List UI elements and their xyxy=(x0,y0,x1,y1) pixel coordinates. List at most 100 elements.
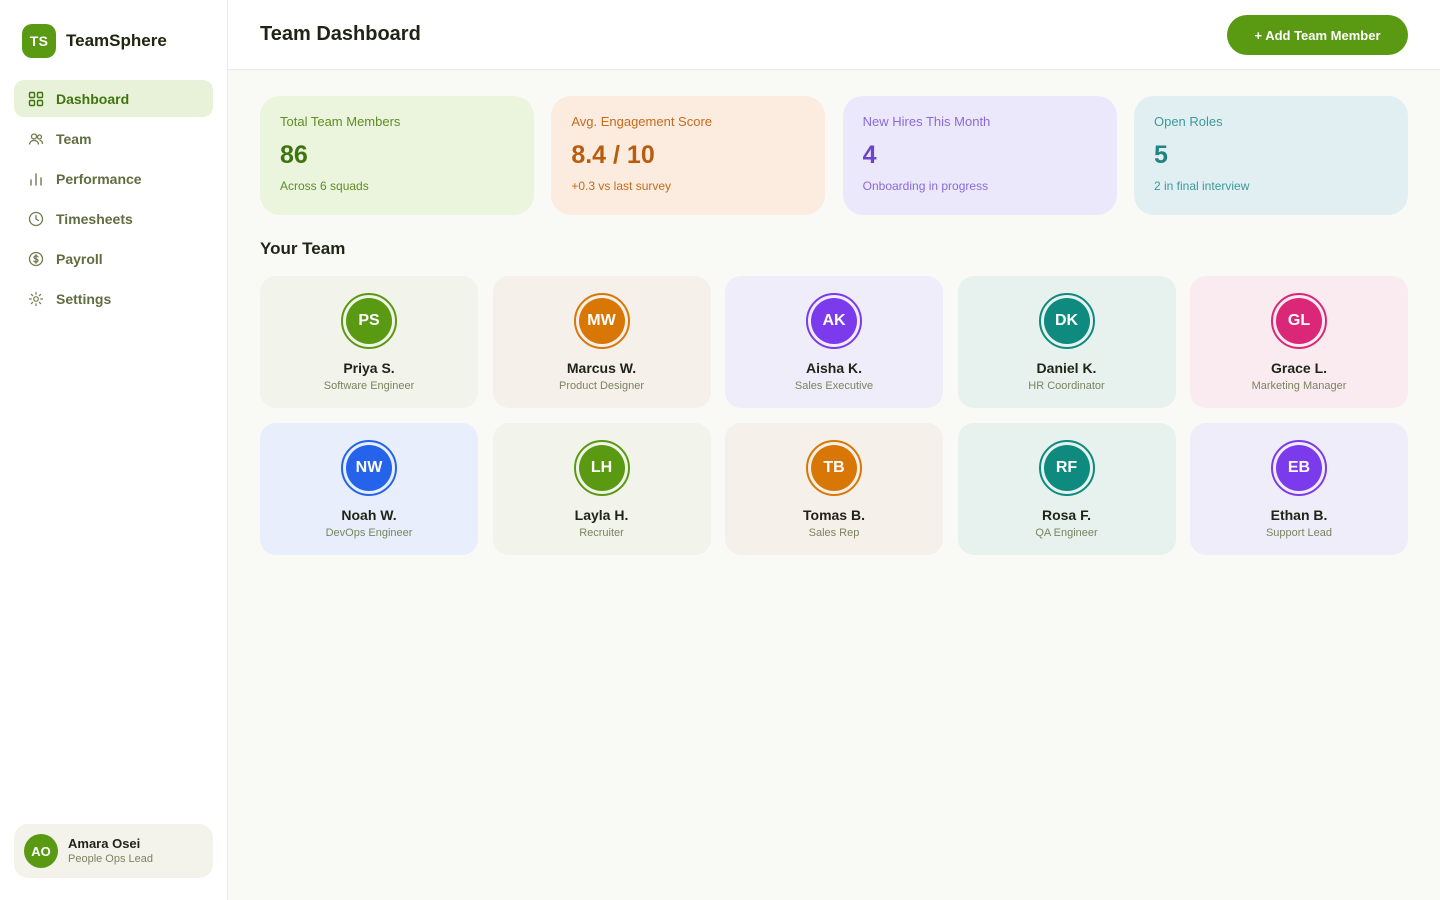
avatar: EB xyxy=(1276,445,1322,491)
stat-value: 8.4 / 10 xyxy=(571,141,655,169)
sidebar-item-label: Payroll xyxy=(56,250,103,267)
stat-label: Total Team Members xyxy=(280,114,401,129)
gear-icon xyxy=(28,291,44,307)
stat-card-engagement: Avg. Engagement Score 8.4 / 10 +0.3 vs l… xyxy=(551,96,826,215)
bar-chart-icon xyxy=(28,171,44,187)
sidebar-item-team[interactable]: Team xyxy=(14,120,213,157)
sidebar-item-performance[interactable]: Performance xyxy=(14,160,213,197)
user-name: Amara Osei xyxy=(68,835,141,851)
clock-icon xyxy=(28,211,44,227)
avatar-ring: TB xyxy=(806,440,862,496)
member-card[interactable]: LH Layla H. Recruiter xyxy=(492,423,711,555)
avatar: GL xyxy=(1276,298,1322,344)
avatar-ring: RF xyxy=(1038,440,1095,496)
member-card[interactable]: AK Aisha K. Sales Executive xyxy=(725,276,943,408)
sidebar-item-settings[interactable]: Settings xyxy=(14,280,213,317)
member-name: Layla H. xyxy=(574,507,629,523)
brand-name: TeamSphere xyxy=(66,31,167,50)
sidebar-item-label: Team xyxy=(56,130,92,147)
member-name: Noah W. xyxy=(341,507,397,523)
member-role: DevOps Engineer xyxy=(325,527,413,539)
member-role: QA Engineer xyxy=(1035,527,1098,539)
avatar: MW xyxy=(578,298,625,344)
user-role: People Ops Lead xyxy=(68,852,154,865)
avatar: DK xyxy=(1043,298,1090,344)
stat-label: New Hires This Month xyxy=(862,114,991,129)
member-role: Product Designer xyxy=(559,380,644,392)
stat-label: Avg. Engagement Score xyxy=(571,114,713,129)
member-name: Tomas B. xyxy=(803,507,865,523)
avatar: NW xyxy=(346,445,392,491)
add-team-member-button[interactable]: + Add Team Member xyxy=(1227,15,1408,55)
avatar: PS xyxy=(346,298,392,344)
member-card[interactable]: GL Grace L. Marketing Manager xyxy=(1190,276,1408,408)
stat-card-open-roles: Open Roles 5 2 in final interview xyxy=(1133,96,1408,215)
avatar-ring: NW xyxy=(341,440,397,496)
member-role: Sales Executive xyxy=(794,380,874,392)
member-card[interactable]: RF Rosa F. QA Engineer xyxy=(957,423,1176,555)
avatar-ring: MW xyxy=(573,293,630,349)
member-card[interactable]: PS Priya S. Software Engineer xyxy=(260,276,478,408)
users-icon xyxy=(28,131,44,147)
brand[interactable]: TS TeamSphere xyxy=(22,24,167,58)
avatar: AO xyxy=(24,834,58,868)
user-profile-card[interactable]: AO Amara Osei People Ops Lead xyxy=(14,824,213,878)
sidebar-item-label: Timesheets xyxy=(56,210,133,227)
sidebar-item-timesheets[interactable]: Timesheets xyxy=(14,200,213,237)
stat-subtext: +0.3 vs last survey xyxy=(571,179,672,193)
member-name: Grace L. xyxy=(1270,360,1328,376)
member-name: Aisha K. xyxy=(805,360,862,376)
avatar: TB xyxy=(811,445,857,491)
member-name: Ethan B. xyxy=(1270,507,1328,523)
member-name: Daniel K. xyxy=(1036,360,1097,376)
avatar-ring: GL xyxy=(1271,293,1327,349)
member-card[interactable]: TB Tomas B. Sales Rep xyxy=(725,423,943,555)
sidebar-nav: Dashboard Team Performance Timesheets Pa… xyxy=(14,80,213,320)
avatar-ring: EB xyxy=(1271,440,1327,496)
member-role: Software Engineer xyxy=(323,380,415,392)
member-card[interactable]: MW Marcus W. Product Designer xyxy=(492,276,711,408)
grid-icon xyxy=(28,91,44,107)
member-role: Recruiter xyxy=(579,527,624,539)
sidebar-item-dashboard[interactable]: Dashboard xyxy=(14,80,213,117)
avatar-ring: AK xyxy=(806,293,862,349)
member-name: Priya S. xyxy=(343,360,395,376)
sidebar: TS TeamSphere Dashboard Team Performance xyxy=(0,0,228,900)
sidebar-item-payroll[interactable]: Payroll xyxy=(14,240,213,277)
member-card[interactable]: EB Ethan B. Support Lead xyxy=(1190,423,1408,555)
avatar-ring: LH xyxy=(573,440,630,496)
stat-value: 86 xyxy=(280,141,308,169)
stat-subtext: Onboarding in progress xyxy=(862,179,989,193)
member-role: HR Coordinator xyxy=(1028,380,1105,392)
member-role: Support Lead xyxy=(1265,527,1333,539)
stat-value: 5 xyxy=(1153,141,1168,169)
brand-logo: TS xyxy=(22,24,56,58)
section-title: Your Team xyxy=(260,239,346,258)
stat-value: 4 xyxy=(862,141,877,169)
member-name: Rosa F. xyxy=(1041,507,1091,523)
sidebar-item-label: Dashboard xyxy=(56,90,130,107)
stat-label: Open Roles xyxy=(1153,114,1223,129)
avatar-ring: DK xyxy=(1038,293,1095,349)
avatar-ring: PS xyxy=(341,293,397,349)
stats-row: Total Team Members 86 Across 6 squads Av… xyxy=(260,96,1408,215)
member-card[interactable]: NW Noah W. DevOps Engineer xyxy=(260,423,478,555)
member-role: Sales Rep xyxy=(808,527,860,539)
sidebar-item-label: Performance xyxy=(56,170,142,187)
page-title: Team Dashboard xyxy=(260,23,421,45)
dollar-icon xyxy=(28,251,44,267)
avatar: LH xyxy=(578,445,625,491)
avatar: AK xyxy=(811,298,857,344)
team-grid: PS Priya S. Software Engineer MW Marcus … xyxy=(260,276,1408,555)
sidebar-item-label: Settings xyxy=(56,290,112,307)
member-card[interactable]: DK Daniel K. HR Coordinator xyxy=(957,276,1176,408)
stat-card-total-members: Total Team Members 86 Across 6 squads xyxy=(260,96,534,215)
stat-subtext: Across 6 squads xyxy=(280,179,369,193)
user-meta: Amara Osei People Ops Lead xyxy=(68,835,154,866)
member-role: Marketing Manager xyxy=(1251,380,1347,392)
member-name: Marcus W. xyxy=(566,360,637,376)
header: Team Dashboard + Add Team Member xyxy=(228,0,1440,70)
avatar: RF xyxy=(1043,445,1090,491)
stat-subtext: 2 in final interview xyxy=(1153,179,1250,193)
stat-card-new-hires: New Hires This Month 4 Onboarding in pro… xyxy=(842,96,1117,215)
